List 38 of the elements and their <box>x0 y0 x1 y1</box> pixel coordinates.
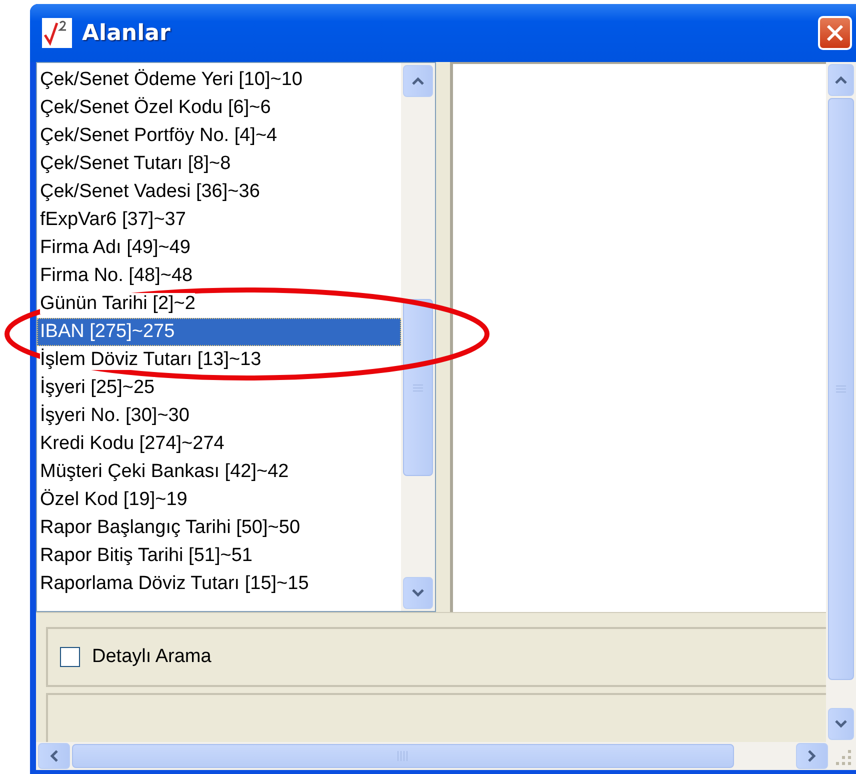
scroll-left-button[interactable] <box>38 743 70 769</box>
list-item[interactable]: İşlem Döviz Tutarı [13]~13 <box>37 346 401 374</box>
chevron-right-icon <box>807 748 817 764</box>
list-item[interactable]: Çek/Senet Vadesi [36]~36 <box>37 178 401 206</box>
chevron-down-icon <box>833 719 849 729</box>
chevron-left-icon <box>49 748 59 764</box>
list-item[interactable]: IBAN [275]~275 <box>37 318 401 346</box>
list-item[interactable]: İşyeri [25]~25 <box>37 374 401 402</box>
list-item[interactable]: Firma Adı [49]~49 <box>37 234 401 262</box>
list-item[interactable]: Rapor Bitiş Tarihi [51]~51 <box>37 542 401 570</box>
chevron-up-icon <box>410 76 426 86</box>
scroll-up-button[interactable] <box>403 65 433 97</box>
list-item[interactable]: Kredi Kodu [274]~274 <box>37 430 401 458</box>
horizontal-scrollbar[interactable] <box>36 742 856 770</box>
window-title: Alanlar <box>82 20 172 46</box>
list-item[interactable]: Günün Tarihi [2]~2 <box>37 290 401 318</box>
chevron-down-icon <box>410 588 426 598</box>
list-item[interactable]: Çek/Senet Özel Kodu [6]~6 <box>37 94 401 122</box>
list-item[interactable]: Firma No. [48]~48 <box>37 262 401 290</box>
close-icon <box>825 23 845 43</box>
vertical-scrollbar[interactable] <box>401 63 435 611</box>
detailed-search-checkbox[interactable]: Detaylı Arama <box>60 646 212 668</box>
list-item[interactable]: Çek/Senet Tutarı [8]~8 <box>37 150 401 178</box>
scroll-right-button[interactable] <box>796 743 828 769</box>
list-item[interactable]: Özel Kod [19]~19 <box>37 486 401 514</box>
scroll-down-button[interactable] <box>828 708 854 740</box>
scroll-thumb[interactable] <box>72 744 734 768</box>
vertical-scrollbar[interactable] <box>826 62 856 742</box>
close-button[interactable] <box>818 16 852 50</box>
scroll-thumb[interactable] <box>828 98 854 680</box>
chevron-up-icon <box>833 75 849 85</box>
scroll-down-button[interactable] <box>403 577 433 609</box>
scroll-thumb[interactable] <box>403 299 433 476</box>
formula-icon <box>42 18 72 48</box>
list-item[interactable]: Çek/Senet Portföy No. [4]~4 <box>37 122 401 150</box>
list-item[interactable]: İşyeri No. [30]~30 <box>37 402 401 430</box>
scroll-up-button[interactable] <box>828 64 854 96</box>
list-item[interactable]: fExpVar6 [37]~37 <box>37 206 401 234</box>
